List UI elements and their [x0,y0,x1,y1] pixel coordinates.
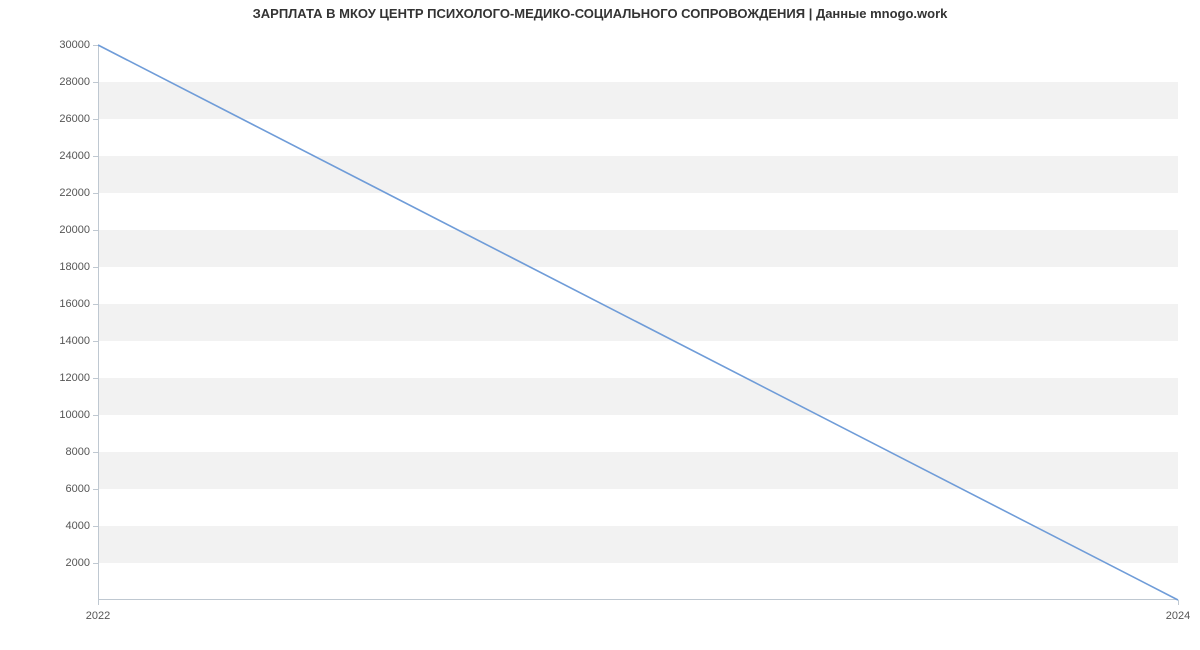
plot-area: 20222024 [98,45,1178,600]
y-tick-label: 4000 [10,520,90,532]
y-tick-label: 22000 [10,187,90,199]
y-tick [93,82,98,83]
chart-container: ЗАРПЛАТА В МКОУ ЦЕНТР ПСИХОЛОГО-МЕДИКО-С… [0,0,1200,650]
y-tick-label: 30000 [10,39,90,51]
y-tick [93,156,98,157]
x-tick [1178,600,1179,605]
y-tick-label: 8000 [10,446,90,458]
y-tick [93,415,98,416]
y-tick-label: 6000 [10,483,90,495]
x-tick-label: 2024 [1166,610,1190,622]
y-tick-label: 10000 [10,409,90,421]
chart-title: ЗАРПЛАТА В МКОУ ЦЕНТР ПСИХОЛОГО-МЕДИКО-С… [0,6,1200,21]
y-tick [93,193,98,194]
x-tick-label: 2022 [86,610,110,622]
y-tick [93,526,98,527]
y-tick [93,489,98,490]
y-tick-label: 20000 [10,224,90,236]
y-tick-label: 28000 [10,76,90,88]
y-tick [93,304,98,305]
y-tick-label: 12000 [10,372,90,384]
line-series [98,45,1178,600]
y-tick-label: 24000 [10,150,90,162]
y-tick [93,341,98,342]
y-tick [93,452,98,453]
y-tick [93,45,98,46]
y-tick [93,230,98,231]
x-tick [98,600,99,605]
y-tick-label: 26000 [10,113,90,125]
y-tick [93,119,98,120]
y-tick-label: 14000 [10,335,90,347]
y-tick [93,267,98,268]
y-tick-label: 18000 [10,261,90,273]
y-tick [93,378,98,379]
y-tick [93,563,98,564]
y-tick-label: 2000 [10,557,90,569]
y-tick-label: 16000 [10,298,90,310]
